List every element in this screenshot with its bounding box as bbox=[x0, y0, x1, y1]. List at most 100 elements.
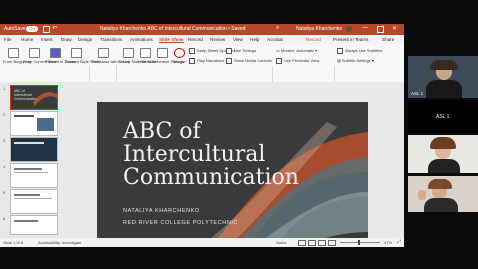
tab-file[interactable]: File bbox=[4, 37, 11, 42]
slide-title[interactable]: ABC of Intercultural Communication bbox=[123, 120, 323, 189]
tab-review[interactable]: Review bbox=[210, 37, 225, 42]
record-icon bbox=[173, 48, 185, 58]
setup-icon bbox=[122, 48, 134, 58]
ribbon-tabs: File Home Insert Draw Design Transitions… bbox=[0, 35, 404, 44]
monitor-label: Monitor: bbox=[280, 48, 296, 53]
timer-icon bbox=[156, 48, 168, 58]
always-use-subtitles-checkbox[interactable]: Always Use Subtitles bbox=[337, 48, 382, 54]
tab-acrobat[interactable]: Acrobat bbox=[267, 37, 283, 42]
autosave-toggle[interactable]: On bbox=[26, 26, 38, 32]
use-timings-checkbox[interactable]: Use Timings bbox=[226, 48, 256, 54]
participant-name: ASL 1 bbox=[411, 91, 424, 96]
close-icon[interactable]: ✕ bbox=[392, 25, 397, 32]
participant-tile[interactable] bbox=[408, 135, 478, 173]
notes-button[interactable]: Notes bbox=[276, 240, 286, 245]
play-narrations-label: Play Narrations bbox=[197, 58, 225, 64]
tab-help[interactable]: Help bbox=[250, 37, 259, 42]
participant-tile[interactable]: ASL 1 bbox=[408, 100, 478, 133]
participant-hair bbox=[430, 60, 458, 70]
avatar[interactable] bbox=[346, 26, 352, 32]
use-presenter-view-checkbox[interactable]: Use Presenter View bbox=[276, 58, 319, 64]
present-in-teams-ribbon-button[interactable]: Present in Teams bbox=[45, 48, 76, 64]
slideshow-current-icon bbox=[28, 48, 40, 58]
slide-thumbnail[interactable] bbox=[10, 111, 58, 136]
tab-home[interactable]: Home bbox=[21, 37, 33, 42]
thumbnail-text-line bbox=[14, 194, 40, 196]
tab-draw[interactable]: Draw bbox=[61, 37, 72, 42]
from-current-slide-button[interactable]: From Current Slide bbox=[23, 48, 57, 64]
thumbnail-number: 4 bbox=[3, 164, 6, 169]
save-icon[interactable] bbox=[43, 26, 50, 33]
tab-transitions[interactable]: Transitions bbox=[100, 37, 122, 42]
tab-animations[interactable]: Animations bbox=[130, 37, 153, 42]
normal-view-icon[interactable] bbox=[298, 240, 306, 246]
participant-hair bbox=[430, 137, 456, 149]
ribbon: From Beginning From Current Slide Presen… bbox=[0, 44, 404, 100]
rehearse-timings-button[interactable]: Rehearse Timings bbox=[152, 48, 184, 64]
zoom-slider-thumb[interactable] bbox=[358, 240, 360, 245]
slide-sorter-icon[interactable] bbox=[308, 240, 316, 246]
slide-organization[interactable]: RED RIVER COLLEGE POLYTECHNIC bbox=[123, 220, 238, 226]
participant-tile[interactable] bbox=[408, 176, 478, 212]
record-button[interactable]: Record bbox=[306, 37, 321, 42]
participant-hair bbox=[428, 179, 452, 189]
maximize-icon[interactable] bbox=[377, 26, 384, 33]
from-beginning-button[interactable]: From Beginning bbox=[3, 48, 31, 64]
search-icon[interactable]: ⌕ bbox=[276, 25, 279, 32]
slide-title-line: Intercultural bbox=[123, 142, 266, 167]
zoom-level[interactable]: 47% bbox=[384, 240, 392, 245]
custom-show-icon bbox=[70, 48, 82, 58]
undo-icon[interactable]: ↶ bbox=[52, 25, 57, 32]
slide-title-line: ABC of bbox=[123, 119, 201, 144]
set-up-slide-show-button[interactable]: Set Up Slide Show bbox=[118, 48, 151, 64]
checkbox-icon bbox=[337, 48, 343, 54]
slide-editing-canvas: ABC of Intercultural Communication NATAL… bbox=[62, 82, 404, 247]
slide-thumbnail[interactable] bbox=[10, 137, 58, 162]
slide-count: Slide 1 of 8 bbox=[3, 240, 24, 245]
record-slide-show-button[interactable]: Record bbox=[172, 48, 186, 64]
teams-icon bbox=[49, 48, 61, 58]
play-narrations-checkbox[interactable]: Play Narrations bbox=[189, 58, 224, 64]
chevron-down-icon: ▾ bbox=[315, 48, 318, 53]
rehearse-with-coach-button[interactable]: Rehearse with Coach bbox=[92, 48, 130, 64]
slide-thumbnail[interactable] bbox=[10, 215, 58, 235]
tab-slide-show[interactable]: Slide Show bbox=[159, 37, 184, 43]
tab-insert[interactable]: Insert bbox=[41, 37, 53, 42]
slideshow-view-icon[interactable] bbox=[328, 240, 336, 246]
slide-title-line: Communication bbox=[123, 165, 299, 190]
participant-name: ASL 1 bbox=[436, 114, 450, 120]
hide-slide-button[interactable]: Hide Slide bbox=[138, 48, 156, 64]
thumbnail-text-line bbox=[14, 198, 52, 199]
show-media-controls-checkbox[interactable]: Show Media Controls bbox=[226, 58, 272, 64]
fit-to-window-icon[interactable]: ⤢ bbox=[397, 239, 401, 245]
tab-record[interactable]: Record bbox=[188, 37, 203, 42]
monitor-value: Automatic bbox=[296, 48, 315, 53]
checkbox-icon bbox=[226, 48, 232, 54]
minimize-icon[interactable]: — bbox=[362, 25, 368, 31]
participant-tile[interactable]: ASL 1 bbox=[408, 56, 478, 98]
custom-slide-show-button[interactable]: Custom Slide Show bbox=[65, 48, 100, 64]
zoom-slider[interactable] bbox=[340, 242, 380, 243]
present-in-teams-button[interactable]: Present in Teams bbox=[333, 37, 368, 42]
tab-design[interactable]: Design bbox=[78, 37, 92, 42]
hide-slide-icon bbox=[139, 48, 151, 58]
presenter-view-label: Use Presenter View bbox=[284, 58, 320, 64]
accessibility-status[interactable]: Accessibility: Investigate bbox=[38, 240, 81, 245]
coach-icon bbox=[97, 48, 109, 58]
powerpoint-window: AutoSave On ↶ Nataliya Kharchenko ABC of… bbox=[0, 24, 404, 247]
participant-body bbox=[428, 159, 460, 173]
reading-view-icon[interactable] bbox=[318, 240, 326, 246]
current-slide[interactable]: ABC of Intercultural Communication NATAL… bbox=[97, 102, 368, 247]
share-button[interactable]: Share bbox=[382, 37, 394, 42]
checkbox-icon bbox=[276, 58, 282, 64]
monitor-select[interactable]: ▭ Monitor: Automatic ▾ bbox=[276, 48, 317, 53]
slide-author[interactable]: NATALIYA KHARCHENKO bbox=[123, 208, 200, 214]
slide-thumbnail[interactable] bbox=[10, 189, 58, 214]
thumbnail-number: 5 bbox=[3, 190, 6, 195]
tab-view[interactable]: View bbox=[233, 37, 243, 42]
slide-thumbnail[interactable] bbox=[10, 163, 58, 188]
slide-thumbnail[interactable]: ABC of Intercultural Communication bbox=[10, 85, 58, 110]
subtitle-settings-button[interactable]: ▤ Subtitle Settings ▾ bbox=[337, 58, 374, 63]
slideshow-play-icon bbox=[7, 48, 19, 58]
slide-thumbnail-pane: 1 ABC of Intercultural Communication 2 3… bbox=[0, 82, 63, 238]
